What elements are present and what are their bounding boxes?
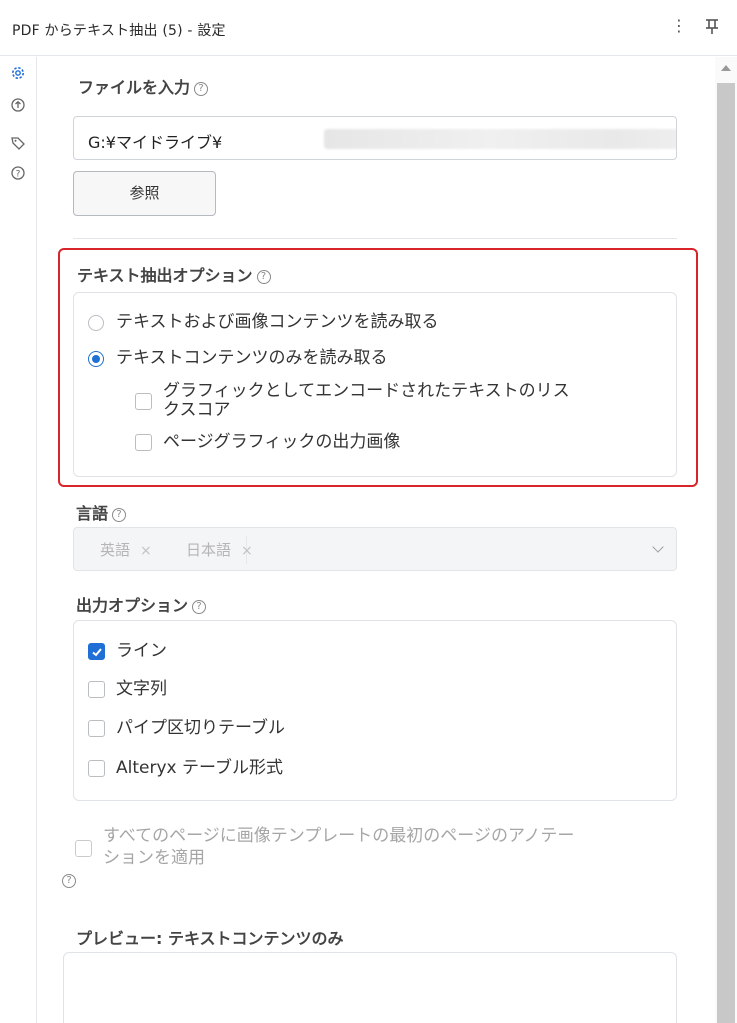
language-select: 英語 × 日本語 × <box>73 527 677 571</box>
checkbox-alteryx-table[interactable] <box>88 760 105 777</box>
checkbox-page-graphics-image[interactable] <box>135 434 152 451</box>
help-circle-icon[interactable]: ? <box>10 165 26 181</box>
preview-area <box>63 952 677 1023</box>
panel-header: PDF からテキスト抽出 (5) - 設定 ⋮ <box>0 0 737 56</box>
gear-icon[interactable] <box>10 65 26 81</box>
pin-icon[interactable] <box>702 16 722 36</box>
help-icon[interactable]: ? <box>192 600 207 614</box>
vertical-scrollbar[interactable] <box>715 57 737 1023</box>
remove-chip-icon: × <box>241 543 253 559</box>
output-options-label: 出力オプション? <box>76 592 207 616</box>
file-input-label: ファイルを入力? <box>78 74 209 98</box>
help-icon[interactable]: ? <box>256 270 271 284</box>
checkbox-label-line: ライン <box>116 641 167 661</box>
checkbox-line[interactable] <box>88 643 105 660</box>
checkbox-pipe-table[interactable] <box>88 720 105 737</box>
radio-label-text-only: テキストコンテンツのみを読み取る <box>116 348 388 368</box>
scroll-thumb[interactable] <box>717 83 735 1023</box>
radio-text-only[interactable] <box>88 351 104 367</box>
more-vertical-icon[interactable]: ⋮ <box>671 16 687 36</box>
language-chip-english: 英語 × <box>100 541 152 559</box>
help-icon[interactable]: ? <box>112 508 127 522</box>
file-path-input[interactable]: G:¥マイドライブ¥ <box>73 116 677 160</box>
chevron-down-icon <box>652 541 664 553</box>
section-divider <box>73 238 677 239</box>
tag-icon[interactable] <box>10 135 26 151</box>
checkbox-label-pipe-table: パイプ区切りテーブル <box>116 718 285 738</box>
checkbox-label-alteryx-table: Alteryx テーブル形式 <box>116 758 283 778</box>
language-label: 言語? <box>76 500 127 524</box>
radio-label-text-and-image: テキストおよび画像コンテンツを読み取る <box>116 312 439 332</box>
checkbox-label-apply-annotation-line2: ションを適用 <box>103 848 205 868</box>
remove-chip-icon: × <box>140 543 152 559</box>
help-icon[interactable]: ? <box>194 82 209 96</box>
checkbox-label-apply-annotation-line1: すべてのページに画像テンプレートの最初のページのアノテー <box>103 826 575 846</box>
checkbox-label-string: 文字列 <box>116 679 167 699</box>
panel-title: PDF からテキスト抽出 (5) - 設定 <box>12 23 226 39</box>
left-icon-rail: ? <box>0 57 37 1023</box>
help-icon[interactable]: ? <box>62 874 76 888</box>
radio-text-and-image[interactable] <box>88 315 104 331</box>
svg-text:?: ? <box>16 170 21 180</box>
checkbox-label-page-graphics-image: ページグラフィックの出力画像 <box>163 432 401 452</box>
checkbox-label-graphics-text-risk-line1: グラフィックとしてエンコードされたテキストのリス <box>163 381 570 401</box>
browse-button[interactable]: 参照 <box>73 171 216 216</box>
redacted-path <box>324 129 676 149</box>
checkbox-label-graphics-text-risk-line2: クスコア <box>163 400 231 420</box>
scroll-up-arrow-icon[interactable] <box>721 65 731 71</box>
checkbox-graphics-text-risk[interactable] <box>135 393 152 410</box>
extract-options-label: テキスト抽出オプション? <box>77 262 271 286</box>
checkbox-string[interactable] <box>88 681 105 698</box>
arrows-icon[interactable] <box>10 97 26 113</box>
checkbox-apply-annotation[interactable] <box>75 840 92 857</box>
preview-label: プレビュー: テキストコンテンツのみ <box>76 929 344 948</box>
language-chip-japanese: 日本語 × <box>186 541 253 559</box>
